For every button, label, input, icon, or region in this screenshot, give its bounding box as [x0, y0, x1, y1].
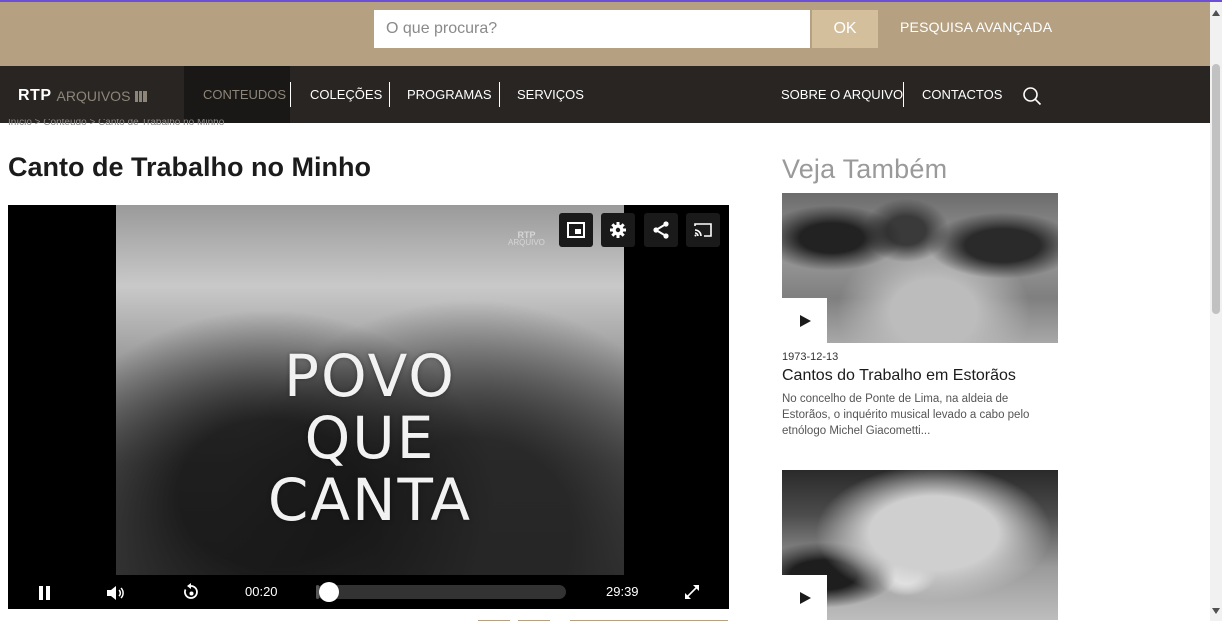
share-button[interactable]: [644, 213, 678, 247]
cast-icon: [694, 223, 712, 237]
related-thumbnail[interactable]: [782, 470, 1058, 620]
play-icon: [799, 591, 811, 604]
page-title: Canto de Trabalho no Minho: [8, 152, 371, 182]
play-button[interactable]: [782, 298, 827, 343]
fullscreen-icon[interactable]: [684, 584, 700, 600]
play-icon: [799, 314, 811, 327]
rewind-10-icon[interactable]: [182, 583, 200, 601]
video-title-line: POVO: [284, 342, 456, 410]
scroll-down-arrow-icon[interactable]: [1212, 608, 1220, 614]
duration: 29:39: [606, 584, 639, 599]
search-input[interactable]: [374, 10, 810, 48]
rtp-arquivo-watermark: RTP ARQUIVO: [508, 231, 545, 247]
nav-item-servicos[interactable]: SERVIÇOS: [517, 87, 584, 102]
logo-rtp-text: RTP: [18, 87, 52, 104]
video-title-line: QUE: [304, 404, 436, 472]
player-controls: 00:20 29:39: [8, 575, 729, 609]
breadcrumb: Início > Conteúdo > Canto de Trabalho no…: [8, 119, 225, 127]
video-player[interactable]: POVO QUE CANTA RTP ARQUIVO 00:20 29:39: [8, 205, 729, 609]
nav-item-programas[interactable]: PROGRAMAS: [407, 87, 492, 102]
video-frame[interactable]: POVO QUE CANTA: [116, 205, 624, 575]
logo-mark-icon: [135, 90, 148, 102]
nav-divider: [499, 82, 500, 107]
nav-divider: [903, 82, 904, 107]
progress-knob[interactable]: [318, 582, 339, 602]
current-time: 00:20: [245, 584, 278, 599]
play-button[interactable]: [782, 575, 827, 620]
cast-button[interactable]: [686, 213, 720, 247]
nav-divider: [290, 82, 291, 107]
rtp-arquivos-logo[interactable]: RTP ARQUIVOS: [18, 86, 148, 106]
settings-button[interactable]: [601, 213, 635, 247]
search-ok-button[interactable]: OK: [812, 10, 878, 48]
nav-item-conteudos[interactable]: CONTEUDOS: [203, 87, 286, 102]
nav-item-contactos[interactable]: CONTACTOS: [922, 87, 1002, 102]
pause-icon[interactable]: [38, 586, 52, 600]
related-description: No concelho de Ponte de Lima, na aldeia …: [782, 393, 1030, 437]
related-thumbnail[interactable]: [782, 193, 1058, 343]
picture-in-picture-button[interactable]: [559, 213, 593, 247]
search-bar: OK PESQUISA AVANÇADA: [0, 2, 1210, 66]
logo-arquivos-text: ARQUIVOS: [56, 88, 131, 104]
search-icon[interactable]: [1022, 86, 1042, 106]
main-nav: RTP ARQUIVOS CONTEUDOS COLEÇÕES PROGRAMA…: [0, 66, 1210, 123]
related-card[interactable]: 1973-12-13 Cantos do Trabalho em Estorão…: [782, 193, 1058, 439]
scroll-up-arrow-icon[interactable]: [1212, 10, 1220, 16]
see-also-heading: Veja Também: [782, 154, 948, 184]
page: OK PESQUISA AVANÇADA RTP ARQUIVOS CONTEU…: [0, 0, 1222, 621]
nav-divider: [389, 82, 390, 107]
settings-icon: [610, 222, 626, 238]
related-card[interactable]: [782, 470, 1058, 620]
nav-item-sobre-o-arquivo[interactable]: SOBRE O ARQUIVO: [781, 87, 903, 102]
scroll-thumb[interactable]: [1212, 64, 1220, 314]
related-date: 1973-12-13: [782, 351, 839, 363]
advanced-search-link[interactable]: PESQUISA AVANÇADA: [900, 19, 1052, 35]
progress-bar[interactable]: [316, 582, 566, 602]
video-title-line: CANTA: [267, 466, 473, 534]
nav-item-colecoes[interactable]: COLEÇÕES: [310, 87, 382, 102]
related-title[interactable]: Cantos do Trabalho em Estorãos: [782, 367, 1058, 385]
watermark-arquivo: ARQUIVO: [508, 238, 545, 247]
share-icon: [653, 221, 669, 239]
pip-icon: [567, 222, 585, 238]
volume-icon[interactable]: [106, 585, 126, 601]
page-scrollbar[interactable]: [1210, 2, 1222, 621]
